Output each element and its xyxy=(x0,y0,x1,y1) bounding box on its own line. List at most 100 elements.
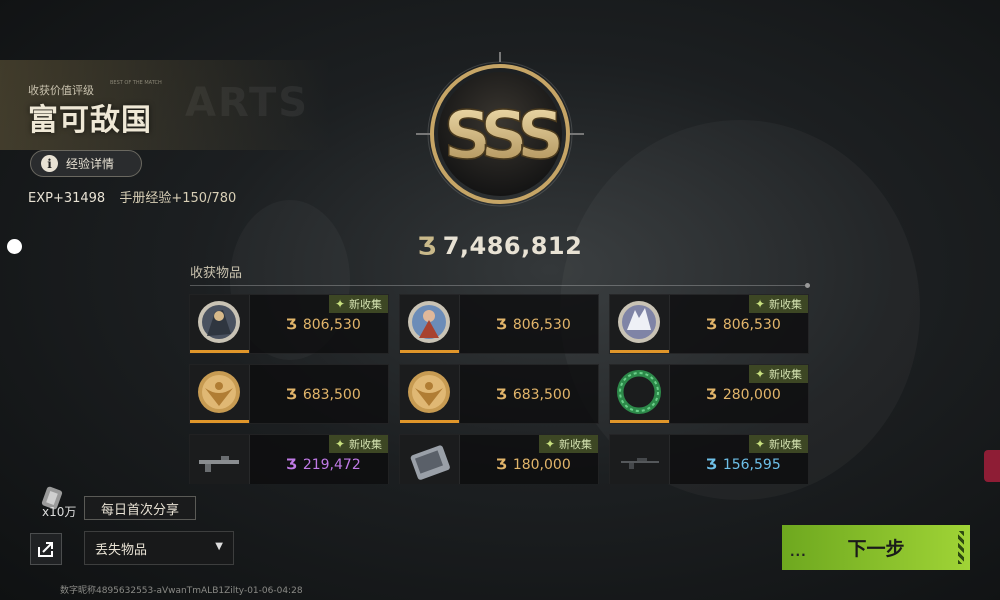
items-grid: Ʒ 806,530 ✦ 新收集 Ʒ 806,530 Ʒ 806,530 ✦ 新收集 Ʒ 683,500… xyxy=(189,294,814,484)
new-collection-label: 新收集 xyxy=(769,368,802,381)
exp-details-label: 经验详情 xyxy=(66,157,115,171)
item-thumbnail xyxy=(190,435,250,484)
item-thumbnail xyxy=(610,295,670,353)
item-value: Ʒ 156,595 xyxy=(706,457,781,473)
grade-text: SSS xyxy=(444,97,560,174)
total-value: Ʒ 7,486,812 xyxy=(0,232,1000,260)
item-thumbnail xyxy=(190,295,250,353)
sss-grade-emblem: SSS xyxy=(416,52,584,207)
coin-gold-eagle-icon xyxy=(198,371,240,413)
dots-icon: ... xyxy=(790,545,807,559)
rank-title: 富可敌国 xyxy=(28,103,152,138)
new-collection-badge: ✦ 新收集 xyxy=(328,435,388,453)
currency-icon: Ʒ xyxy=(706,317,717,333)
rarity-bar xyxy=(190,420,249,423)
sniper-rifle-icon xyxy=(621,458,659,469)
item-card[interactable]: Ʒ 806,530 xyxy=(399,294,599,354)
exp-value: EXP+31498 xyxy=(28,191,106,206)
share-icon xyxy=(38,542,53,557)
new-collection-label: 新收集 xyxy=(769,298,802,311)
new-collection-label: 新收集 xyxy=(769,438,802,451)
share-button[interactable] xyxy=(30,533,62,565)
share-reward-count: x10万 xyxy=(42,505,77,519)
bg-watermark-text: ARTS xyxy=(185,80,310,126)
rank-sub-label: BEST OF THE MATCH xyxy=(110,80,162,86)
new-collection-badge: ✦ 新收集 xyxy=(538,435,598,453)
item-value: Ʒ 683,500 xyxy=(496,387,571,403)
coin-warrior-icon xyxy=(198,301,240,343)
item-card[interactable]: Ʒ 806,530 ✦ 新收集 xyxy=(609,294,809,354)
sparkle-icon: ✦ xyxy=(754,437,765,451)
sparkle-icon: ✦ xyxy=(334,437,345,451)
item-thumbnail xyxy=(400,295,460,353)
currency-icon: Ʒ xyxy=(706,457,717,473)
item-value-number: 280,000 xyxy=(722,387,781,403)
info-icon: i xyxy=(41,155,58,172)
item-thumbnail xyxy=(610,435,670,484)
sparkle-icon: ✦ xyxy=(754,367,765,381)
user-watermark: 数字昵称4895632553-aVwanTmALB1Zilty-01-06-04… xyxy=(60,586,303,596)
currency-icon: Ʒ xyxy=(286,387,297,403)
new-collection-badge: ✦ 新收集 xyxy=(748,365,808,383)
manual-exp: 手册经验+150/780 xyxy=(119,191,237,206)
rarity-bar xyxy=(610,350,669,353)
new-collection-label: 新收集 xyxy=(349,298,382,311)
item-value-number: 806,530 xyxy=(512,317,571,333)
jade-ring-icon xyxy=(617,370,661,414)
item-value-number: 219,472 xyxy=(302,457,361,473)
exp-summary: EXP+31498 手册经验+150/780 xyxy=(28,187,246,206)
item-value: Ʒ 806,530 xyxy=(706,317,781,333)
lost-items-dropdown[interactable]: 丢失物品 ▼ xyxy=(84,531,234,565)
item-card[interactable]: Ʒ 683,500 xyxy=(189,364,389,424)
new-collection-badge: ✦ 新收集 xyxy=(748,295,808,313)
currency-icon: Ʒ xyxy=(706,387,717,403)
item-card[interactable]: Ʒ 219,472 ✦ 新收集 xyxy=(189,434,389,484)
item-card[interactable]: Ʒ 683,500 xyxy=(399,364,599,424)
coin-white-beast-icon xyxy=(618,301,660,343)
currency-icon: Ʒ xyxy=(417,232,437,260)
next-step-label: 下一步 xyxy=(847,538,905,560)
rifle-icon xyxy=(199,456,239,472)
next-step-button[interactable]: ... 下一步 xyxy=(782,525,970,570)
exp-details-button[interactable]: i 经验详情 xyxy=(30,150,142,177)
item-value: Ʒ 219,472 xyxy=(286,457,361,473)
currency-icon: Ʒ xyxy=(286,457,297,473)
rarity-bar xyxy=(400,350,459,353)
side-tab[interactable] xyxy=(984,450,1000,482)
currency-icon: Ʒ xyxy=(496,317,507,333)
lost-items-label: 丢失物品 xyxy=(95,542,148,558)
rarity-bar xyxy=(400,420,459,423)
currency-icon: Ʒ xyxy=(286,317,297,333)
item-value: Ʒ 683,500 xyxy=(286,387,361,403)
item-value: Ʒ 806,530 xyxy=(496,317,571,333)
items-section-label: 收获物品 xyxy=(190,266,243,281)
item-value-number: 156,595 xyxy=(722,457,781,473)
item-card[interactable]: Ʒ 280,000 ✦ 新收集 xyxy=(609,364,809,424)
item-thumbnail xyxy=(400,365,460,423)
rarity-bar xyxy=(190,350,249,353)
stripe-decoration xyxy=(958,531,964,564)
new-collection-badge: ✦ 新收集 xyxy=(328,295,388,313)
item-value: Ʒ 280,000 xyxy=(706,387,781,403)
card-device-icon xyxy=(410,445,450,480)
rarity-bar xyxy=(610,420,669,423)
currency-icon: Ʒ xyxy=(496,387,507,403)
items-divider xyxy=(190,283,810,288)
item-value-number: 806,530 xyxy=(302,317,361,333)
daily-share-label: 每日首次分享 xyxy=(84,496,196,520)
item-thumbnail xyxy=(400,435,460,484)
item-card[interactable]: Ʒ 806,530 ✦ 新收集 xyxy=(189,294,389,354)
sparkle-icon: ✦ xyxy=(334,297,345,311)
new-collection-badge: ✦ 新收集 xyxy=(748,435,808,453)
item-value-number: 683,500 xyxy=(302,387,361,403)
coin-gold-eagle-icon xyxy=(408,371,450,413)
currency-icon: Ʒ xyxy=(496,457,507,473)
item-card[interactable]: Ʒ 156,595 ✦ 新收集 xyxy=(609,434,809,484)
item-card[interactable]: Ʒ 180,000 ✦ 新收集 xyxy=(399,434,599,484)
total-value-number: 7,486,812 xyxy=(442,232,583,260)
new-collection-label: 新收集 xyxy=(559,438,592,451)
coin-heroine-icon xyxy=(408,301,450,343)
sparkle-icon: ✦ xyxy=(754,297,765,311)
item-value: Ʒ 806,530 xyxy=(286,317,361,333)
sparkle-icon: ✦ xyxy=(544,437,555,451)
